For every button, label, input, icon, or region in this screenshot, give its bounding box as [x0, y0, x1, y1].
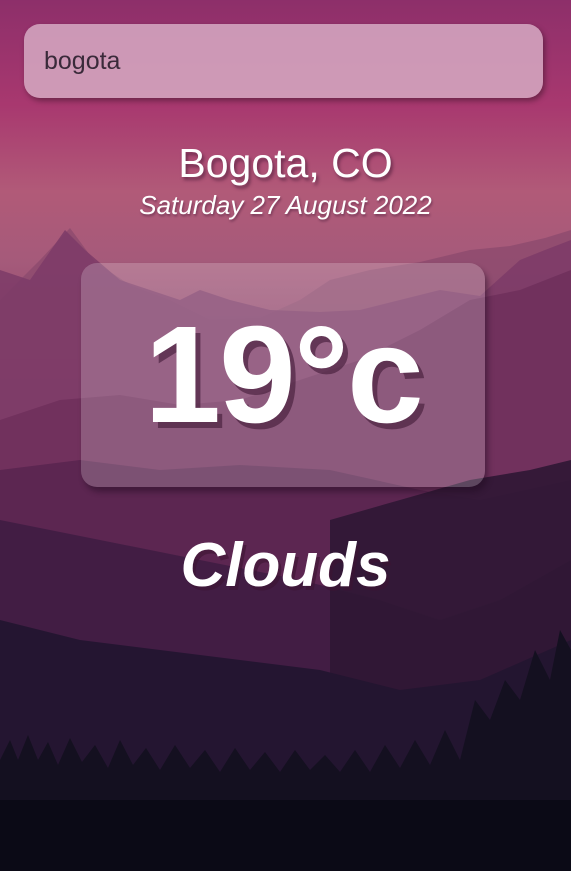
search-input[interactable] [24, 24, 543, 98]
weather-condition: Clouds [180, 531, 391, 600]
search-bar[interactable] [24, 24, 543, 98]
weather-app: Bogota, CO Saturday 27 August 2022 19°c … [0, 0, 571, 871]
date-label: Saturday 27 August 2022 [139, 190, 432, 220]
location-label: Bogota, CO [178, 140, 393, 186]
temperature-value: 19°c [144, 298, 423, 452]
temperature-card: 19°c [81, 263, 485, 487]
